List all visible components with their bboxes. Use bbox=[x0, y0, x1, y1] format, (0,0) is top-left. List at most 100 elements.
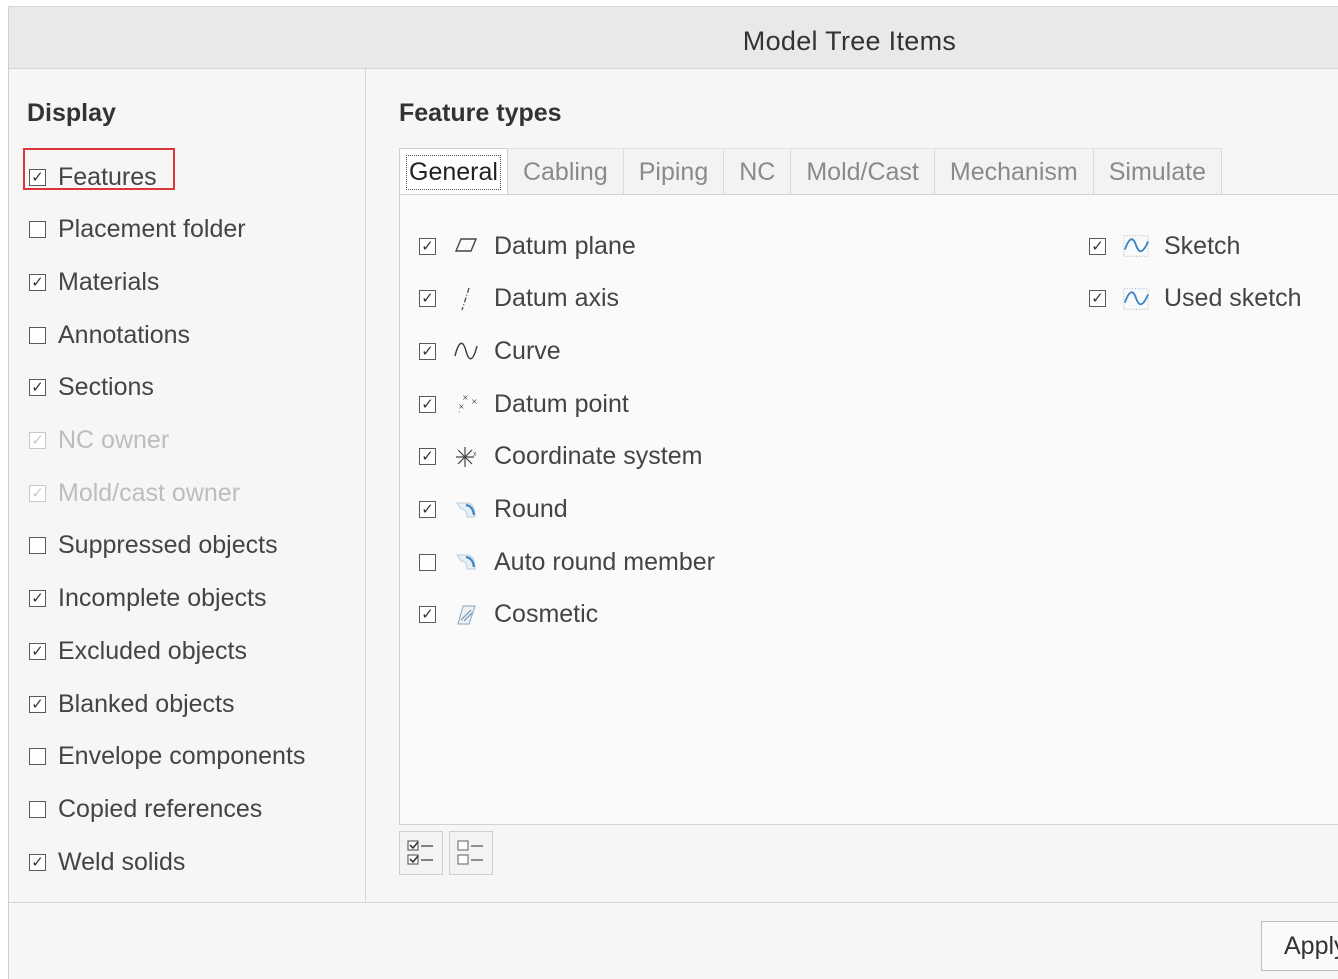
checkbox[interactable] bbox=[29, 748, 46, 766]
feature-item-coordinate-system[interactable]: ✓ x Coordinate system bbox=[419, 437, 702, 477]
clear-all-button[interactable] bbox=[449, 831, 493, 875]
feature-item-label: Round bbox=[494, 495, 568, 523]
svg-text:×: × bbox=[462, 393, 469, 402]
feature-item-round[interactable]: ✓ Round bbox=[419, 490, 568, 530]
tab-label: Simulate bbox=[1108, 157, 1206, 186]
checkbox[interactable]: ✓ bbox=[29, 642, 46, 660]
checkbox[interactable]: ✓ bbox=[419, 290, 436, 308]
highlight-box bbox=[23, 148, 175, 190]
datum-axis-icon bbox=[452, 285, 480, 313]
display-item-label: NC owner bbox=[58, 426, 170, 454]
display-item-sections[interactable]: ✓ Sections bbox=[29, 368, 154, 408]
feature-item-curve[interactable]: ✓ Curve bbox=[419, 331, 561, 371]
feature-item-label: Datum axis bbox=[494, 284, 620, 313]
selection-buttons bbox=[399, 831, 493, 875]
datum-plane-icon bbox=[452, 232, 480, 260]
feature-item-datum-point[interactable]: ✓ × × × · Datum point bbox=[419, 384, 629, 424]
checkbox[interactable]: ✓ bbox=[29, 379, 46, 397]
display-item-label: Mold/cast owner bbox=[58, 478, 241, 507]
checkbox[interactable]: ✓ bbox=[1089, 290, 1106, 308]
tab-mold-cast[interactable]: Mold/Cast bbox=[791, 148, 935, 195]
tab-mechanism[interactable]: Mechanism bbox=[934, 148, 1094, 195]
feature-item-label: Sketch bbox=[1164, 231, 1241, 260]
tab-label: NC bbox=[739, 157, 776, 186]
checkbox[interactable] bbox=[29, 537, 46, 555]
tab-label: Cabling bbox=[522, 157, 608, 186]
checkbox[interactable]: ✓ bbox=[1089, 237, 1106, 255]
checkbox: ✓ bbox=[29, 484, 46, 502]
display-item-excluded-objects[interactable]: ✓ Excluded objects bbox=[29, 631, 247, 671]
title-bar: Model Tree Items bbox=[9, 7, 1338, 69]
feature-item-label: Cosmetic bbox=[494, 600, 599, 629]
feature-item-used-sketch[interactable]: ✓ Used sketch bbox=[1089, 279, 1302, 319]
checkbox[interactable] bbox=[29, 800, 46, 818]
checkbox[interactable]: ✓ bbox=[419, 501, 436, 518]
display-item-mold-cast-owner: ✓ Mold/cast owner bbox=[29, 473, 240, 513]
round-icon bbox=[452, 496, 480, 524]
display-item-blanked-objects[interactable]: ✓ Blanked objects bbox=[29, 684, 235, 724]
feature-item-label: Used sketch bbox=[1164, 284, 1302, 313]
checkbox[interactable]: ✓ bbox=[29, 695, 46, 713]
display-item-label: Sections bbox=[58, 373, 154, 402]
checkbox[interactable] bbox=[419, 553, 436, 571]
svg-text:·: · bbox=[458, 408, 461, 417]
tab-label: Piping bbox=[638, 157, 709, 186]
checkbox[interactable]: ✓ bbox=[29, 590, 46, 608]
feature-item-label: Coordinate system bbox=[494, 442, 703, 471]
checkbox: ✓ bbox=[29, 432, 46, 449]
display-item-label: Copied references bbox=[58, 794, 263, 823]
feature-item-auto-round-member[interactable]: Auto round member bbox=[419, 542, 715, 582]
display-item-label: Materials bbox=[58, 267, 160, 296]
tab-piping[interactable]: Piping bbox=[623, 148, 725, 195]
svg-text:×: × bbox=[471, 397, 478, 406]
cosmetic-icon bbox=[452, 601, 480, 629]
model-tree-items-dialog: Model Tree Items Display ✓ Features Placem… bbox=[8, 6, 1338, 979]
apply-button[interactable]: Apply bbox=[1261, 921, 1338, 971]
dialog-title: Model Tree Items bbox=[742, 26, 957, 56]
feature-item-label: Datum plane bbox=[494, 231, 636, 260]
display-item-label: Annotations bbox=[58, 320, 191, 349]
clear-all-icon bbox=[457, 840, 483, 865]
checkbox[interactable]: ✓ bbox=[419, 237, 436, 255]
display-item-label: Placement folder bbox=[58, 215, 246, 244]
checkbox[interactable]: ✓ bbox=[419, 342, 436, 360]
display-item-label: Incomplete objects bbox=[58, 584, 267, 613]
display-panel: Display ✓ Features Placement folder ✓ Materi… bbox=[9, 69, 366, 902]
display-item-label: Envelope components bbox=[58, 742, 306, 771]
select-all-button[interactable] bbox=[399, 831, 443, 875]
checkbox[interactable]: ✓ bbox=[419, 395, 436, 413]
display-item-suppressed-objects[interactable]: Suppressed objects bbox=[29, 526, 278, 566]
display-item-weld-solids[interactable]: ✓ Weld solids bbox=[29, 842, 185, 882]
tab-general[interactable]: General bbox=[399, 148, 508, 195]
checkbox[interactable] bbox=[29, 221, 46, 239]
checkbox[interactable]: ✓ bbox=[419, 448, 436, 466]
feature-item-label: Auto round member bbox=[494, 547, 715, 576]
tab-nc[interactable]: NC bbox=[724, 148, 792, 195]
display-item-envelope-components[interactable]: Envelope components bbox=[29, 737, 305, 777]
tab-label: Mechanism bbox=[949, 157, 1078, 186]
display-item-copied-references[interactable]: Copied references bbox=[29, 789, 262, 829]
checkbox[interactable] bbox=[29, 326, 46, 344]
feature-item-datum-plane[interactable]: ✓ Datum plane bbox=[419, 226, 636, 266]
svg-text:x: x bbox=[473, 451, 477, 458]
display-item-label: Weld solids bbox=[58, 847, 186, 876]
display-item-incomplete-objects[interactable]: ✓ Incomplete objects bbox=[29, 579, 266, 619]
feature-tabs: General Cabling Piping NC Mold/Cast Mechanism… bbox=[399, 148, 1222, 195]
used-sketch-icon bbox=[1122, 285, 1150, 313]
feature-item-cosmetic[interactable]: ✓ Cosmetic bbox=[419, 595, 598, 635]
coordinate-system-icon: x bbox=[452, 443, 480, 471]
feature-item-datum-axis[interactable]: ✓ Datum axis bbox=[419, 279, 619, 319]
display-item-placement-folder[interactable]: Placement folder bbox=[29, 210, 246, 250]
tab-simulate[interactable]: Simulate bbox=[1093, 148, 1222, 195]
display-item-label: Suppressed objects bbox=[58, 531, 278, 560]
checkbox[interactable]: ✓ bbox=[419, 606, 436, 624]
checkbox[interactable]: ✓ bbox=[29, 273, 46, 291]
dialog-footer: Apply bbox=[9, 902, 1338, 979]
checkbox[interactable]: ✓ bbox=[29, 853, 46, 871]
feature-item-sketch[interactable]: ✓ Sketch bbox=[1089, 226, 1240, 266]
tab-cabling[interactable]: Cabling bbox=[507, 148, 624, 195]
display-item-materials[interactable]: ✓ Materials bbox=[29, 262, 159, 302]
display-heading: Display bbox=[27, 99, 116, 127]
feature-types-heading: Feature types bbox=[399, 99, 562, 127]
display-item-annotations[interactable]: Annotations bbox=[29, 315, 190, 355]
